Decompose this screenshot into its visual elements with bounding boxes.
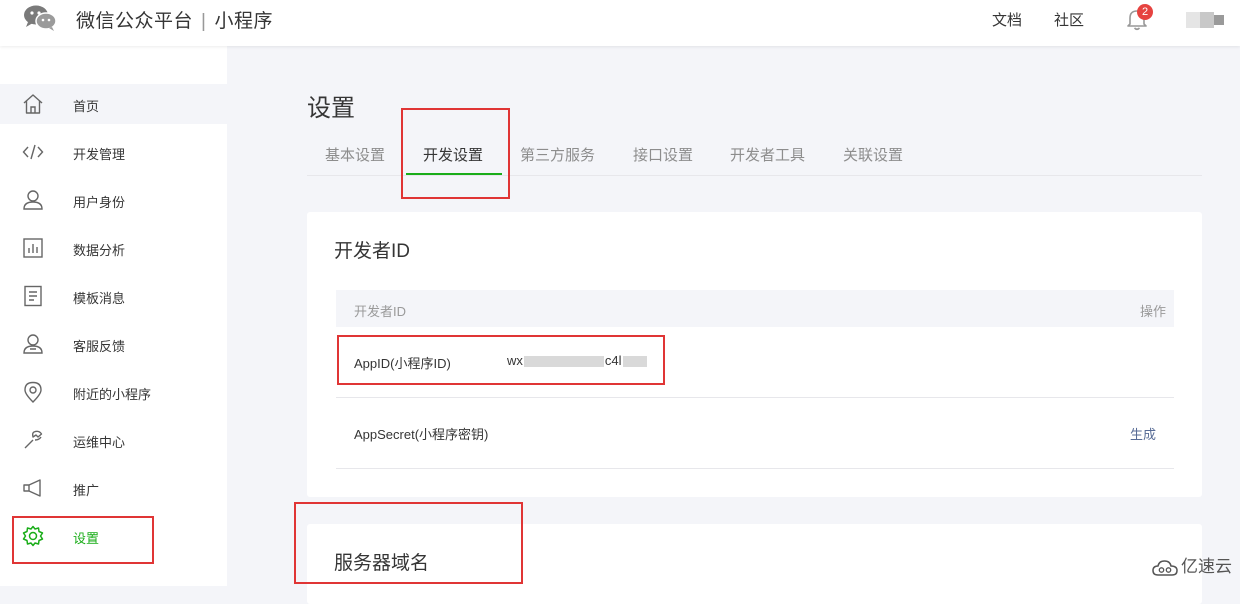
sidebar-item-label: 模板消息 bbox=[73, 291, 126, 306]
tab-basic-settings[interactable]: 基本设置 bbox=[325, 144, 385, 165]
docs-link[interactable]: 文档 bbox=[992, 9, 1022, 30]
home-icon bbox=[23, 94, 43, 114]
sidebar-item-label: 运维中心 bbox=[73, 435, 126, 450]
sidebar-item-promotion[interactable]: 推广 bbox=[0, 468, 227, 508]
user-icon bbox=[23, 190, 43, 210]
sidebar-item-settings[interactable]: 设置 bbox=[0, 516, 227, 556]
generate-secret-link[interactable]: 生成 bbox=[1130, 424, 1156, 443]
developer-id-card: 开发者ID 开发者ID 操作 AppID(小程序ID) wx c4l AppSec… bbox=[307, 212, 1202, 497]
tab-third-party-services[interactable]: 第三方服务 bbox=[520, 144, 595, 165]
sidebar-item-data-analysis[interactable]: 数据分析 bbox=[0, 228, 227, 268]
sidebar-item-label: 数据分析 bbox=[73, 243, 126, 258]
notification-badge: 2 bbox=[1137, 4, 1153, 20]
sidebar-item-label: 设置 bbox=[73, 531, 100, 546]
sidebar-item-nearby-miniprogram[interactable]: 附近的小程序 bbox=[0, 372, 227, 412]
redacted-block bbox=[622, 356, 647, 368]
document-icon bbox=[24, 285, 42, 307]
active-tab-underline bbox=[406, 173, 502, 175]
table-row-appid: AppID(小程序ID) wx c4l bbox=[336, 327, 1174, 398]
redacted-block bbox=[523, 356, 604, 368]
avatar[interactable] bbox=[1186, 9, 1226, 31]
sidebar-item-label: 客服反馈 bbox=[73, 339, 126, 354]
support-icon bbox=[23, 334, 43, 354]
sidebar-item-user-identity[interactable]: 用户身份 bbox=[0, 180, 227, 220]
appid-value[interactable]: wx c4l bbox=[507, 353, 648, 368]
watermark-text: 亿速云 bbox=[1181, 557, 1232, 576]
page-title: 设置 bbox=[307, 95, 355, 122]
sidebar-item-customer-feedback[interactable]: 客服反馈 bbox=[0, 324, 227, 364]
appid-value-mid: c4l bbox=[604, 353, 622, 368]
sidebar-item-label: 首页 bbox=[73, 99, 100, 114]
sidebar-item-home[interactable]: 首页 bbox=[0, 84, 227, 124]
megaphone-icon bbox=[23, 479, 41, 497]
wrench-icon bbox=[24, 430, 43, 449]
location-icon bbox=[24, 381, 42, 403]
sidebar: 首页 开发管理 用户身份 数据分析 模板消息 客服反馈 附近的小程序 运维中心 … bbox=[0, 46, 227, 586]
watermark: 亿速云 bbox=[1152, 552, 1232, 577]
table-header: 开发者ID 操作 bbox=[336, 290, 1174, 327]
appsecret-label: AppSecret(小程序密钥) bbox=[354, 427, 489, 442]
brand-title[interactable]: 微信公众平台 | 小程序 bbox=[76, 6, 273, 33]
community-link[interactable]: 社区 bbox=[1054, 9, 1084, 30]
settings-tabs: 基本设置 开发设置 第三方服务 接口设置 开发者工具 关联设置 bbox=[307, 137, 1202, 176]
sidebar-item-label: 开发管理 bbox=[73, 147, 126, 162]
tab-linked-settings[interactable]: 关联设置 bbox=[843, 144, 903, 165]
tab-api-settings[interactable]: 接口设置 bbox=[633, 144, 693, 165]
gear-icon bbox=[22, 525, 44, 547]
tab-developer-tools[interactable]: 开发者工具 bbox=[730, 144, 805, 165]
sidebar-item-label: 用户身份 bbox=[73, 195, 126, 210]
card-title: 服务器域名 bbox=[334, 553, 430, 574]
brand-name: 微信公众平台 bbox=[76, 11, 194, 32]
sidebar-item-template-message[interactable]: 模板消息 bbox=[0, 276, 227, 316]
appid-label: AppID(小程序ID) bbox=[354, 356, 451, 371]
top-bar: 微信公众平台 | 小程序 文档 社区 2 bbox=[0, 0, 1240, 46]
product-name: 小程序 bbox=[214, 11, 273, 32]
brand-separator: | bbox=[201, 11, 207, 32]
tab-dev-settings[interactable]: 开发设置 bbox=[423, 144, 483, 165]
column-header-developer-id: 开发者ID bbox=[354, 304, 407, 319]
card-title: 开发者ID bbox=[334, 241, 411, 262]
cloud-logo-icon bbox=[1152, 559, 1178, 576]
sidebar-item-label: 推广 bbox=[73, 483, 100, 498]
table-row-appsecret: AppSecret(小程序密钥) 生成 bbox=[336, 398, 1174, 469]
server-domain-card: 服务器域名 bbox=[307, 524, 1202, 604]
column-header-action: 操作 bbox=[1139, 304, 1166, 319]
appid-value-prefix: wx bbox=[507, 353, 523, 368]
code-icon bbox=[22, 144, 44, 160]
sidebar-item-dev-management[interactable]: 开发管理 bbox=[0, 132, 227, 172]
wechat-logo-icon[interactable] bbox=[22, 4, 58, 32]
sidebar-item-ops-center[interactable]: 运维中心 bbox=[0, 420, 227, 460]
sidebar-item-label: 附近的小程序 bbox=[73, 387, 152, 402]
chart-icon bbox=[23, 238, 43, 258]
